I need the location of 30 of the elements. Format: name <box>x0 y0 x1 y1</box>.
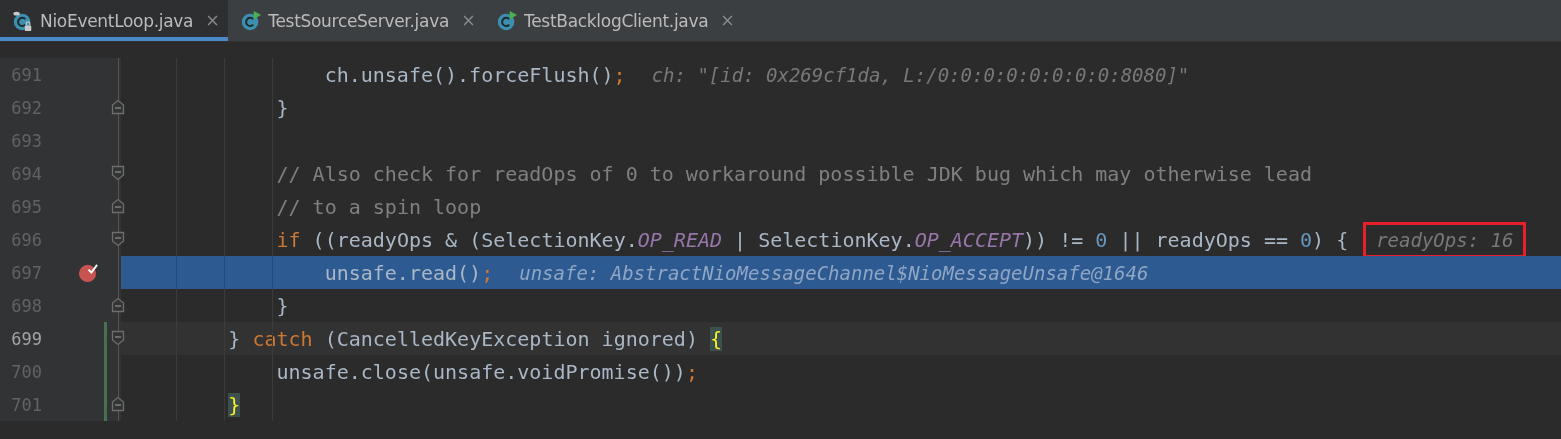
code-line: unsafe.close(unsafe.voidPromise()); <box>276 359 698 384</box>
code-line: } <box>276 95 289 120</box>
editor-tab[interactable]: NioEventLoop.java <box>0 0 229 41</box>
code-line: unsafe.read(); <box>324 260 494 285</box>
code-line: } <box>276 293 289 318</box>
inline-value-hint: ch: "[id: 0x269cf1da, L:/0:0:0:0:0:0:0:0:8080]" <box>650 62 1191 88</box>
code-line: } catch (CancelledKeyException ignored) { <box>228 326 723 351</box>
editor-tab[interactable]: TestBacklogClient.java <box>484 0 744 41</box>
inline-value-hint: unsafe: AbstractNioMessageChannel$NioMessageUnsafe@1646 <box>518 260 1150 286</box>
fold-icon[interactable] <box>111 330 125 346</box>
close-icon[interactable] <box>207 15 219 26</box>
close-icon[interactable] <box>722 15 734 26</box>
fold-icon[interactable] <box>111 165 125 181</box>
class-locked-icon <box>12 9 34 32</box>
code-line: if ((readyOps & (SelectionKey.OP_READ | SelectionKey.OP_ACCEPT)) != 0 || readyOps == 0) { <box>276 227 1349 252</box>
editor-tab[interactable]: TestSourceServer.java <box>228 0 484 41</box>
code-line: // to a spin loop <box>276 194 482 219</box>
fold-icon[interactable] <box>111 198 125 214</box>
code-line: // Also check for readOps of 0 to workaround possible JDK bug which may otherwise lead <box>276 161 1312 186</box>
breakpoint-icon[interactable] <box>78 262 99 283</box>
fold-icon[interactable] <box>111 231 125 247</box>
close-icon[interactable] <box>463 15 474 26</box>
line-number: 699 <box>10 328 42 349</box>
inline-value-hint: readyOps: 16 <box>1366 224 1524 255</box>
fold-icon[interactable] <box>111 99 125 115</box>
class-run-icon <box>240 9 263 32</box>
fold-icon[interactable] <box>111 396 125 412</box>
code-line: ch.unsafe().forceFlush(); <box>324 62 626 87</box>
fold-icon[interactable] <box>111 297 125 313</box>
class-run-icon <box>496 9 518 32</box>
